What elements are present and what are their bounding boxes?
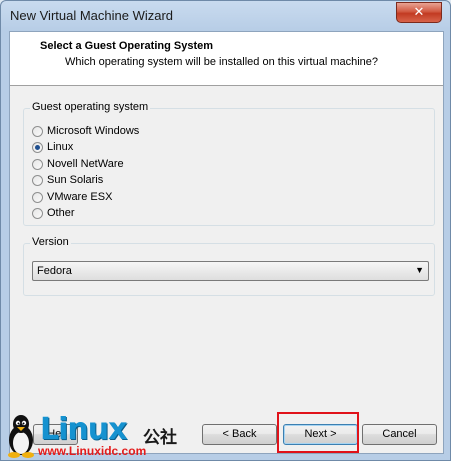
radio-button[interactable] [32,192,43,203]
close-icon: ✕ [413,4,425,19]
header-band: Select a Guest Operating System Which op… [10,32,443,86]
close-button[interactable]: ✕ [396,2,442,23]
radio-button-selected[interactable] [32,142,43,153]
radio-label: Microsoft Windows [47,125,140,137]
back-button[interactable]: < Back [202,424,277,445]
version-group-label: Version [30,236,71,248]
window-title: New Virtual Machine Wizard [10,8,174,23]
radio-button[interactable] [32,159,43,170]
radio-button[interactable] [32,175,43,186]
guest-os-group-label: Guest operating system [30,101,151,113]
radio-button[interactable] [32,126,43,137]
radio-button[interactable] [32,208,43,219]
cancel-button-label: Cancel [382,428,417,440]
cancel-button[interactable]: Cancel [362,424,437,445]
page-subtitle: Which operating system will be installed… [65,56,379,68]
back-button-label: < Back [222,428,257,440]
radio-label: Novell NetWare [47,158,124,170]
version-selected-value: Fedora [37,265,72,277]
watermark: Linux 公社 www.Linuxidc.com [0,412,200,461]
tux-penguin-icon [8,415,34,458]
radio-label: Linux [47,141,74,153]
radio-label: Other [47,207,75,219]
next-button-highlight [277,412,359,453]
title-bar[interactable]: New Virtual Machine Wizard ✕ [1,1,450,31]
chevron-down-icon[interactable]: ▼ [415,265,424,275]
wizard-window: New Virtual Machine Wizard ✕ Select a Gu… [0,0,451,461]
watermark-brand: Linux [40,412,127,447]
radio-label: VMware ESX [47,191,113,203]
page-title: Select a Guest Operating System [40,40,214,52]
version-select[interactable]: Fedora ▼ [32,261,429,281]
watermark-cn: 公社 [143,428,177,447]
watermark-url: www.Linuxidc.com [38,444,147,458]
wizard-body: Select a Guest Operating System Which op… [9,31,444,454]
radio-label: Sun Solaris [47,174,104,186]
